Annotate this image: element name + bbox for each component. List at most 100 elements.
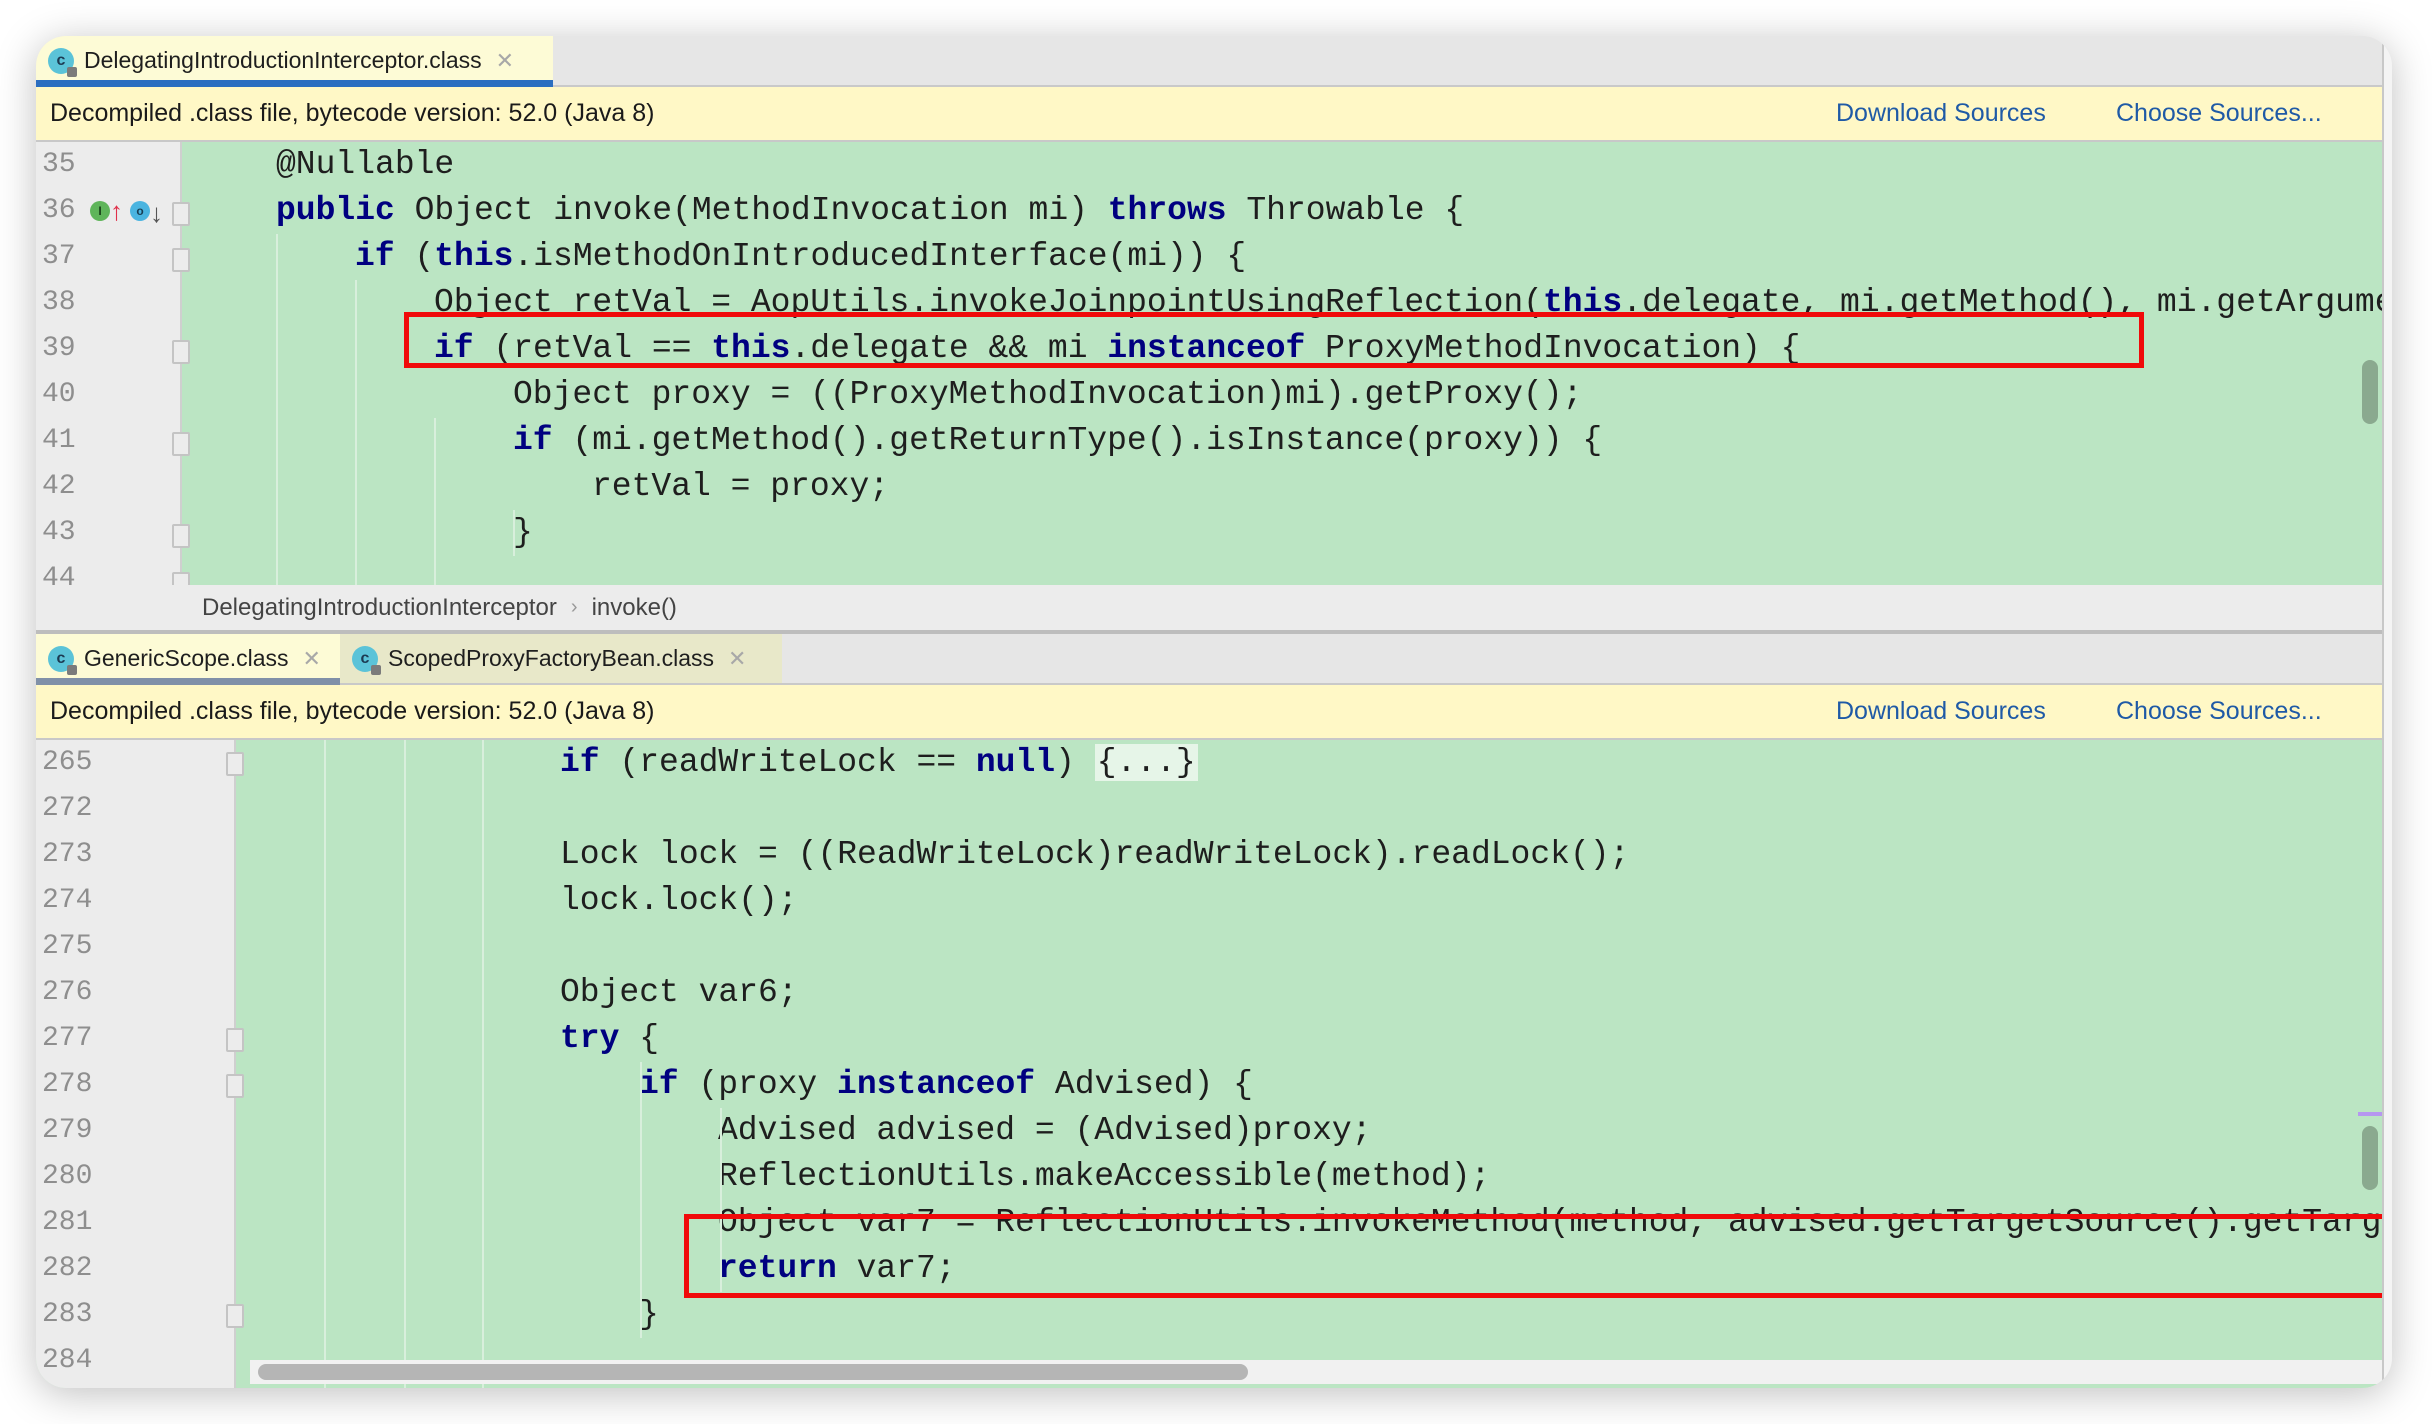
line-number[interactable]: 275 [42,924,92,970]
line-number[interactable]: 35 [42,142,76,188]
code-text: if (this.isMethodOnIntroducedInterface(m… [355,234,1246,280]
close-tab-icon[interactable]: ✕ [303,646,321,672]
up-arrow-icon: ↑ [110,196,123,226]
horizontal-scrollbar-thumb[interactable] [258,1364,1248,1380]
download-sources-link[interactable]: Download Sources [1836,99,2046,128]
indent-guide [482,740,484,1388]
tab-delegating-introduction-interceptor[interactable]: c DelegatingIntroductionInterceptor.clas… [36,36,553,87]
fold-marker[interactable] [172,340,190,364]
code-token: Advised advised = (Advised)proxy; [718,1112,1372,1149]
code-text: Lock lock = ((ReadWriteLock)readWriteLoc… [560,832,1629,878]
code-line[interactable]: 272 [36,786,2382,832]
code-line[interactable]: 37 if (this.isMethodOnIntroducedInterface… [36,234,2382,280]
fold-marker[interactable] [226,1028,244,1052]
fold-marker[interactable] [226,1304,244,1328]
choose-sources-link[interactable]: Choose Sources... [2116,697,2322,726]
line-number[interactable]: 284 [42,1338,92,1384]
line-number[interactable]: 37 [42,234,76,280]
line-number[interactable]: 38 [42,280,76,326]
keyword-token: null [975,744,1056,781]
code-token: (readWriteLock == [599,744,976,781]
implements-method-icon[interactable]: I [90,201,110,221]
lock-icon [371,664,381,675]
line-number[interactable]: 274 [42,878,92,924]
indent-guide [276,234,278,622]
line-number[interactable]: 280 [42,1154,92,1200]
tab-generic-scope[interactable]: c GenericScope.class ✕ [36,634,340,685]
breadcrumb-class[interactable]: DelegatingIntroductionInterceptor [202,594,557,622]
code-line[interactable]: 265 if (readWriteLock == null) {...} [36,740,2382,786]
fold-marker[interactable] [172,202,190,226]
keyword-token: if [639,1066,679,1103]
line-number[interactable]: 281 [42,1200,92,1246]
code-line[interactable]: 283} [36,1292,2382,1338]
code-line[interactable]: 277 try { [36,1016,2382,1062]
code-line[interactable]: 276 Object var6; [36,970,2382,1016]
breadcrumb-method[interactable]: invoke() [592,594,677,622]
vertical-scrollbar-thumb[interactable] [2362,360,2378,424]
line-number[interactable]: 42 [42,464,76,510]
bottom-code-editor[interactable]: 265 if (readWriteLock == null) {...} 272 27… [36,740,2382,1388]
code-text: ReflectionUtils.makeAccessible(method); [718,1154,1490,1200]
code-token: Advised) { [1035,1066,1253,1103]
code-line[interactable]: 36 public Object invoke(MethodInvocation … [36,188,2382,234]
vertical-scrollbar-thumb[interactable] [2362,1126,2378,1190]
ide-window: c DelegatingIntroductionInterceptor.clas… [36,36,2392,1388]
line-number[interactable]: 278 [42,1062,92,1108]
error-stripe-marker[interactable] [2358,1112,2382,1116]
folded-code-placeholder[interactable]: {...} [1094,744,1198,781]
code-line[interactable]: 42 retVal = proxy; [36,464,2382,510]
code-line[interactable]: 273 Lock lock = ((ReadWriteLock)readWrite… [36,832,2382,878]
keyword-token: instanceof [837,1066,1036,1103]
code-line[interactable]: 275 [36,924,2382,970]
line-number[interactable]: 41 [42,418,76,464]
code-token: Throwable { [1226,192,1465,229]
horizontal-scrollbar[interactable] [250,1360,2382,1384]
fold-expand-marker[interactable] [226,752,244,776]
code-line[interactable]: 41 if (mi.getMethod().getReturnType().isI… [36,418,2382,464]
code-line[interactable]: 35 @Nullable [36,142,2382,188]
line-number[interactable]: 265 [42,740,92,786]
code-token: lock.lock(); [560,882,798,919]
tab-label: DelegatingIntroductionInterceptor.class [84,47,482,73]
code-line[interactable]: 280 ReflectionUtils.makeAccessible(method… [36,1154,2382,1200]
fold-marker[interactable] [172,248,190,272]
line-number[interactable]: 279 [42,1108,92,1154]
fold-marker[interactable] [172,432,190,456]
code-text: if (readWriteLock == null) {...} [560,740,1198,786]
line-number[interactable]: 40 [42,372,76,418]
line-number[interactable]: 283 [42,1292,92,1338]
tab-scoped-proxy-factory-bean[interactable]: c ScopedProxyFactoryBean.class ✕ [340,634,782,683]
breadcrumb-separator: › [570,596,578,618]
lock-icon [67,664,77,675]
overrides-method-icon[interactable]: o [130,201,150,221]
close-tab-icon[interactable]: ✕ [728,646,746,672]
fold-marker[interactable] [172,524,190,548]
line-number[interactable]: 36 [42,188,76,234]
decompiled-banner-bottom: Decompiled .class file, bytecode version… [36,685,2382,740]
code-text: Object proxy = ((ProxyMethodInvocation)m… [513,372,1582,418]
code-line[interactable]: 278 if (proxy instanceof Advised) { [36,1062,2382,1108]
choose-sources-link[interactable]: Choose Sources... [2116,99,2322,128]
code-token: @Nullable [276,146,455,183]
fold-marker[interactable] [226,1074,244,1098]
keyword-token: try [560,1020,620,1057]
line-number[interactable]: 43 [42,510,76,556]
line-number[interactable]: 273 [42,832,92,878]
line-number[interactable]: 277 [42,1016,92,1062]
line-number[interactable]: 39 [42,326,76,372]
code-text: Object var6; [560,970,798,1016]
code-text: try { [560,1016,659,1062]
download-sources-link[interactable]: Download Sources [1836,697,2046,726]
line-number[interactable]: 276 [42,970,92,1016]
code-token: { [619,1020,660,1057]
code-line[interactable]: 43} [36,510,2382,556]
code-line[interactable]: 274 lock.lock(); [36,878,2382,924]
line-number[interactable]: 282 [42,1246,92,1292]
code-line[interactable]: 40 Object proxy = ((ProxyMethodInvocation… [36,372,2382,418]
top-code-editor[interactable]: 35 @Nullable 36 public Object invoke(Method… [36,142,2382,622]
bottom-tab-bar: c GenericScope.class ✕ c ScopedProxyFact… [36,634,2382,685]
close-tab-icon[interactable]: ✕ [496,48,514,74]
line-number[interactable]: 272 [42,786,92,832]
code-line[interactable]: 279 Advised advised = (Advised)proxy; [36,1108,2382,1154]
